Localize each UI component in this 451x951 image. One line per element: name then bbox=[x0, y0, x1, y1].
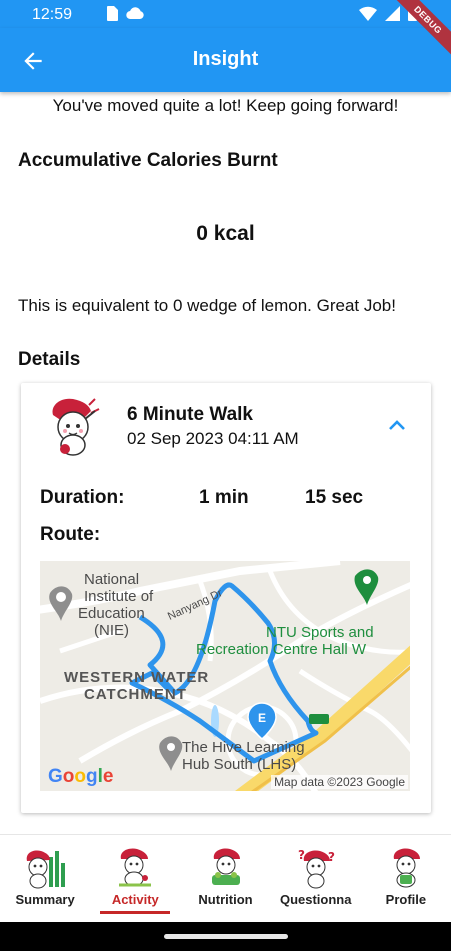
nutrition-mascot-icon bbox=[211, 848, 240, 885]
chevron-up-icon[interactable] bbox=[385, 417, 409, 433]
debug-banner: DEBUG bbox=[391, 0, 451, 60]
map-end-marker: E bbox=[258, 711, 266, 725]
map-label-nie-1: National bbox=[84, 571, 140, 588]
nav-activity[interactable]: Activity bbox=[90, 835, 180, 923]
wifi-icon bbox=[359, 6, 377, 21]
summary-mascot-icon bbox=[26, 850, 66, 889]
nav-activity-label: Activity bbox=[111, 892, 159, 907]
system-nav-bar bbox=[0, 922, 451, 951]
duration-sec: 15 sec bbox=[305, 487, 364, 508]
map-label-hive-2: Hub South (LHS) bbox=[182, 756, 297, 773]
nav-summary-label: Summary bbox=[15, 892, 75, 907]
profile-mascot-icon bbox=[393, 848, 420, 888]
status-bar: 12:59 bbox=[0, 0, 451, 28]
svg-text:?: ? bbox=[328, 850, 335, 864]
gesture-handle[interactable] bbox=[164, 934, 288, 939]
app-bar: Insight bbox=[0, 28, 451, 92]
nav-questionnaire-label: Questionna bbox=[279, 892, 352, 907]
map-label-catchment-2: CATCHMENT bbox=[84, 686, 187, 703]
questionnaire-mascot-icon: ? ? bbox=[298, 848, 335, 889]
motivation-text: You've moved quite a lot! Keep going for… bbox=[52, 96, 399, 115]
nav-summary[interactable]: Summary bbox=[0, 835, 90, 923]
activity-name: 6 Minute Walk bbox=[127, 404, 253, 425]
cloud-icon bbox=[126, 7, 144, 20]
nav-nutrition[interactable]: Nutrition bbox=[180, 835, 270, 923]
map-label-ntu-1: NTU Sports and bbox=[266, 624, 374, 641]
map-attribution: Map data ©2023 Google bbox=[271, 775, 408, 789]
map-label-hive-1: The Hive Learning bbox=[182, 739, 305, 756]
status-time: 12:59 bbox=[32, 6, 73, 23]
nav-profile-label: Profile bbox=[385, 892, 427, 907]
status-left-icons bbox=[106, 6, 144, 21]
insight-content[interactable]: You've moved quite a lot! Keep going for… bbox=[0, 92, 451, 834]
map-label-nie-4: (NIE) bbox=[94, 622, 129, 639]
nav-nutrition-label: Nutrition bbox=[198, 892, 253, 907]
nav-profile[interactable]: Profile bbox=[361, 835, 451, 923]
map-label-catchment-1: WESTERN WATER bbox=[64, 669, 210, 686]
mascot-icon bbox=[52, 398, 100, 456]
bottom-navigation: Summary Activity Nutrition ? ? Questionn… bbox=[0, 834, 451, 922]
duration-label: Duration: bbox=[40, 487, 125, 508]
google-logo: Google bbox=[48, 766, 114, 787]
details-heading: Details bbox=[18, 349, 81, 370]
calories-heading: Accumulative Calories Burnt bbox=[18, 150, 278, 171]
calories-value: 0 kcal bbox=[196, 222, 255, 245]
equivalent-text: This is equivalent to 0 wedge of lemon. … bbox=[18, 296, 396, 315]
activity-mascot-icon bbox=[119, 848, 152, 887]
nav-questionnaire[interactable]: ? ? Questionna bbox=[271, 835, 361, 923]
route-label: Route: bbox=[40, 524, 101, 545]
page-title: Insight bbox=[192, 48, 259, 70]
map-label-nie-2: Institute of bbox=[84, 588, 154, 605]
activity-datetime: 02 Sep 2023 04:11 AM bbox=[127, 429, 299, 448]
route-map[interactable]: E National Institute of Education (NIE) … bbox=[40, 561, 410, 791]
map-label-nie-3: Education bbox=[78, 605, 145, 622]
sim-card-icon bbox=[107, 6, 118, 21]
map-label-ntu-2: Recreation Centre Hall W bbox=[196, 641, 367, 658]
activity-card[interactable]: 6 Minute Walk 02 Sep 2023 04:11 AM Durat… bbox=[21, 383, 431, 813]
duration-min: 1 min bbox=[199, 487, 249, 508]
debug-ribbon-text: DEBUG bbox=[391, 0, 451, 58]
nav-active-indicator bbox=[100, 911, 171, 914]
